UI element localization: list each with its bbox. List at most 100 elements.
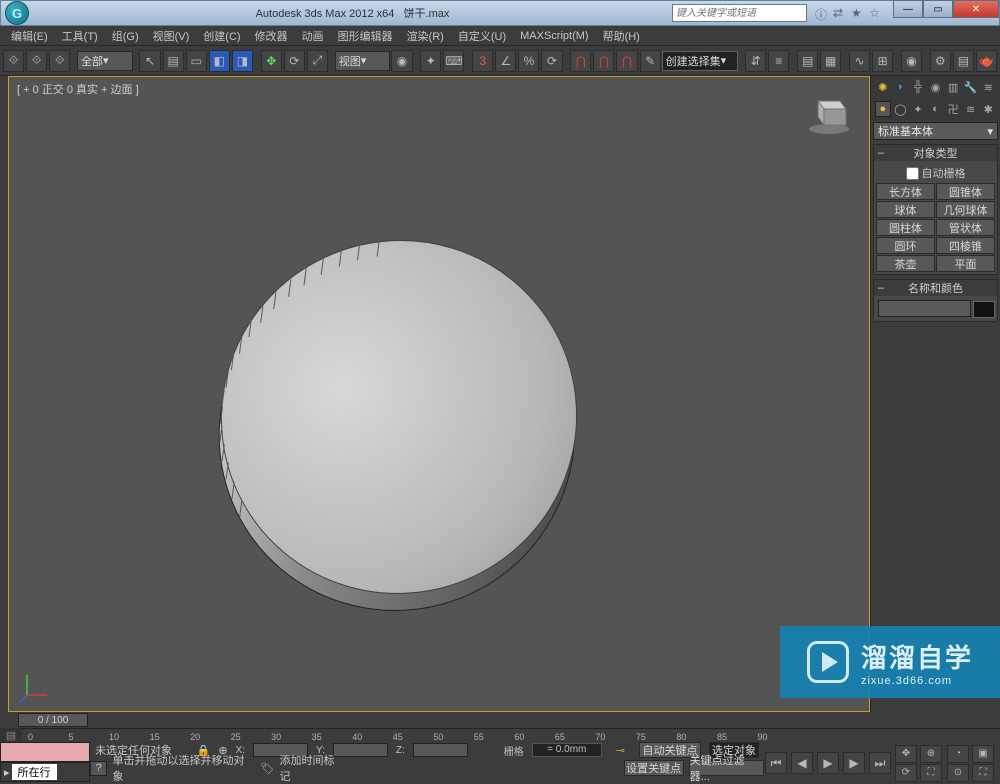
- tab-modify-icon[interactable]: ◗: [893, 79, 909, 95]
- scene-object-cylinder[interactable]: [179, 187, 609, 647]
- menu-group[interactable]: 组(G): [105, 28, 146, 44]
- nav-walk-icon[interactable]: ⊙: [947, 764, 969, 782]
- play-icon[interactable]: ▶: [817, 752, 839, 774]
- cat-helpers-icon[interactable]: 卍: [945, 101, 961, 117]
- link-icon[interactable]: ⟐: [3, 50, 24, 72]
- nav-pan-icon[interactable]: ✥: [895, 745, 917, 763]
- magnet-icon-2[interactable]: ⋂: [593, 50, 614, 72]
- favorite-icon[interactable]: ☆: [869, 6, 883, 20]
- autogrid-checkbox[interactable]: [906, 167, 919, 180]
- scale-icon[interactable]: ⤢: [307, 50, 328, 72]
- selection-filter[interactable]: 全部 ▾: [77, 51, 133, 71]
- time-handle[interactable]: 0 / 100: [18, 713, 88, 727]
- nav-min-icon[interactable]: ⛶: [972, 764, 994, 782]
- script-row-2[interactable]: ▸ 所在行: [0, 762, 90, 782]
- cat-space-icon[interactable]: ≋: [963, 101, 979, 117]
- category-dropdown[interactable]: 标准基本体▾: [873, 122, 998, 140]
- obj-cylinder[interactable]: 圆柱体: [876, 219, 935, 236]
- align-icon[interactable]: ≡: [768, 50, 789, 72]
- edit-named-icon[interactable]: ✎: [640, 50, 661, 72]
- object-name-input[interactable]: [878, 300, 971, 317]
- schematic-icon[interactable]: ⊞: [872, 50, 893, 72]
- cat-lights-icon[interactable]: ✦: [910, 101, 926, 117]
- play-next-icon[interactable]: ▶: [843, 752, 865, 774]
- material-icon[interactable]: ◉: [901, 50, 922, 72]
- cat-geometry-icon[interactable]: ●: [875, 101, 891, 117]
- time-slider[interactable]: 0 / 100: [8, 713, 870, 727]
- play-prev-icon[interactable]: ◀: [791, 752, 813, 774]
- snap-icon[interactable]: 3: [472, 50, 493, 72]
- percent-snap-icon[interactable]: %: [518, 50, 539, 72]
- cat-systems-icon[interactable]: ✱: [980, 101, 996, 117]
- select-name-icon[interactable]: ▤: [163, 50, 184, 72]
- obj-pyramid[interactable]: 四棱锥: [936, 237, 995, 254]
- viewport[interactable]: [ + 0 正交 0 真实 + 边面 ]: [8, 76, 870, 712]
- manipulate-icon[interactable]: ✦: [420, 50, 441, 72]
- script-row-1[interactable]: [0, 742, 90, 762]
- rendered-frame-icon[interactable]: ▤: [953, 50, 974, 72]
- curve-editor-icon[interactable]: ∿: [849, 50, 870, 72]
- object-color-swatch[interactable]: [973, 301, 995, 318]
- cat-cameras-icon[interactable]: ◐: [928, 101, 944, 117]
- viewcube[interactable]: [804, 87, 854, 137]
- menu-modifiers[interactable]: 修改器: [248, 28, 295, 44]
- obj-sphere[interactable]: 球体: [876, 201, 935, 218]
- menu-edit[interactable]: 编辑(E): [4, 28, 55, 44]
- keyboard-icon[interactable]: ⌨: [443, 50, 464, 72]
- minimize-button[interactable]: —: [893, 0, 923, 18]
- maximize-button[interactable]: ▭: [923, 0, 953, 18]
- nav-region-icon[interactable]: ▣: [972, 745, 994, 763]
- cat-shapes-icon[interactable]: ◯: [893, 101, 909, 117]
- play-end-icon[interactable]: ⏭: [869, 752, 891, 774]
- obj-cone[interactable]: 圆锥体: [936, 183, 995, 200]
- rollup-object-type[interactable]: 对象类型: [874, 145, 997, 161]
- obj-teapot[interactable]: 茶壶: [876, 255, 935, 272]
- rollup-name-color[interactable]: 名称和颜色: [874, 280, 997, 296]
- angle-snap-icon[interactable]: ∠: [495, 50, 516, 72]
- obj-plane[interactable]: 平面: [936, 255, 995, 272]
- nav-orbit-icon[interactable]: ⟳: [895, 764, 917, 782]
- move-icon[interactable]: ✥: [261, 50, 282, 72]
- rect-select-icon[interactable]: ▭: [186, 50, 207, 72]
- tab-extra-icon[interactable]: ≋: [980, 79, 996, 95]
- help-icon[interactable]: ?: [90, 761, 107, 776]
- nav-fov-icon[interactable]: ◔: [947, 745, 969, 763]
- setkey-button[interactable]: 设置关键点: [624, 760, 684, 776]
- menu-animation[interactable]: 动画: [295, 28, 331, 44]
- magnet-icon-1[interactable]: ⋂: [570, 50, 591, 72]
- unlink-icon[interactable]: ⟐: [26, 50, 47, 72]
- magnet-icon-3[interactable]: ⋂: [616, 50, 637, 72]
- menu-render[interactable]: 渲染(R): [400, 28, 451, 44]
- menu-customize[interactable]: 自定义(U): [451, 28, 513, 44]
- info-icon[interactable]: ⓘ: [815, 6, 829, 20]
- key-icon[interactable]: ⊸: [616, 744, 625, 757]
- render-icon[interactable]: 🫖: [976, 50, 997, 72]
- bind-icon[interactable]: ⟐: [49, 50, 70, 72]
- select-icon[interactable]: ↖: [139, 50, 160, 72]
- nav-max-icon[interactable]: ⛶: [920, 764, 942, 782]
- tab-utilities-icon[interactable]: 🔧: [963, 79, 979, 95]
- layer-icon[interactable]: ▤: [797, 50, 818, 72]
- named-selection[interactable]: 创建选择集 ▾: [662, 51, 739, 71]
- obj-box[interactable]: 长方体: [876, 183, 935, 200]
- tab-display-icon[interactable]: ▥: [945, 79, 961, 95]
- keyfilter-button[interactable]: 关键点过滤器...: [689, 760, 764, 776]
- pivot-icon[interactable]: ◉: [391, 50, 412, 72]
- paint-select-icon[interactable]: ◧: [209, 50, 230, 72]
- search-input[interactable]: [672, 4, 807, 22]
- coord-z[interactable]: [413, 743, 468, 757]
- play-start-icon[interactable]: ⏮: [765, 752, 787, 774]
- menu-maxscript[interactable]: MAXScript(M): [513, 30, 595, 42]
- window-crossing-icon[interactable]: ◨: [232, 50, 253, 72]
- menu-view[interactable]: 视图(V): [146, 28, 197, 44]
- comm-icon[interactable]: ⇄: [833, 6, 847, 20]
- tab-hierarchy-icon[interactable]: ╬: [910, 79, 926, 95]
- menu-tools[interactable]: 工具(T): [55, 28, 105, 44]
- ref-coord[interactable]: 视图 ▾: [335, 51, 391, 71]
- close-button[interactable]: ✕: [953, 0, 999, 18]
- tab-create-icon[interactable]: ✺: [875, 79, 891, 95]
- nav-zoom-icon[interactable]: ⊕: [920, 745, 942, 763]
- time-ruler[interactable]: ▤ // ticks rendered below 05101520253035…: [0, 728, 1000, 742]
- obj-geosphere[interactable]: 几何球体: [936, 201, 995, 218]
- menu-help[interactable]: 帮助(H): [596, 28, 647, 44]
